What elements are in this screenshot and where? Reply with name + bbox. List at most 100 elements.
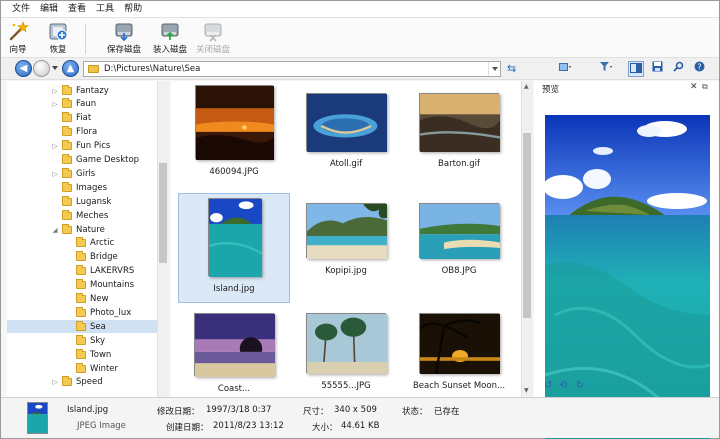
restore-button[interactable]: 恢复 [47,20,69,56]
tree-item[interactable]: Photo_lux [7,306,157,319]
tree-item[interactable]: Images [7,181,157,194]
thumbnail-item[interactable]: Beach Sunset Moon... [403,303,515,397]
expand-toggle-icon[interactable]: ▷ [51,100,59,108]
menu-edit[interactable]: 编辑 [35,1,63,18]
menu-file[interactable]: 文件 [7,1,35,18]
preview-image [545,115,710,439]
save-disk-button[interactable]: 保存磁盘 [107,20,141,56]
preview-pane-icon[interactable] [628,61,644,77]
thumbnail-image [306,203,387,259]
expand-toggle-icon[interactable]: ▷ [51,142,59,150]
folder-icon [62,376,72,387]
thumbnail-item[interactable]: OB8.JPG [403,193,515,303]
close-disk-button[interactable]: 关闭磁盘 [196,20,230,56]
tree-item[interactable]: Flora [7,126,157,139]
tree-item[interactable]: ▷ Fantazy [7,84,157,97]
tree-item-label: Speed [76,377,103,388]
flip-icon[interactable]: ⟲ [559,380,567,391]
forward-button[interactable] [33,60,50,77]
expand-toggle-icon[interactable]: ▷ [51,87,59,95]
address-row: ◀ ▲ D:\Pictures\Nature\Sea ⇆ ? [1,58,719,80]
thumbnail-item[interactable]: Island.jpg [178,193,290,303]
tree-scrollbar-thumb[interactable] [159,163,167,263]
thumbnail-caption: Atoll.gif [329,159,363,169]
tree-item[interactable]: Meches [7,209,157,222]
tree-item[interactable]: ▷ Girls [7,167,157,180]
grid-scrollbar-thumb[interactable] [523,133,531,318]
view-mode-icon[interactable] [557,61,573,77]
back-button[interactable]: ◀ [15,60,32,77]
modified-label: 修改日期： [157,407,200,417]
thumbnail-grid: 460094.JPG Atoll.gif Barton.gif Island.jpg K… [171,81,521,397]
tree-item-label: Flora [76,127,98,138]
tree-item[interactable]: ▷ Fun Pics [7,140,157,153]
expand-toggle-icon[interactable]: ▷ [51,170,59,178]
thumbnail-item[interactable]: 55555...JPG [290,303,402,397]
wizard-button[interactable]: 向导 [7,20,29,56]
menu-tools[interactable]: 工具 [91,1,119,18]
search-icon[interactable] [670,61,686,77]
help-icon[interactable]: ? [691,61,707,77]
tree-item[interactable]: LAKERVRS [7,265,157,278]
menu-view[interactable]: 查看 [63,1,91,18]
load-disk-button[interactable]: 装入磁盘 [153,20,187,56]
tree-item[interactable]: Sky [7,334,157,347]
tree-item-label: Winter [90,363,119,374]
tree-item[interactable]: ▷ Speed [7,376,157,389]
tree-item-label: Nature [76,224,105,235]
rotate-left-icon[interactable]: ↺ [544,380,552,391]
save-icon[interactable] [649,61,665,77]
tree-item-label: Fantazy [76,85,109,96]
tree-item-label: Lugansk [76,196,112,207]
tree-item-label: Images [76,182,108,193]
tree-item[interactable]: ◢ Nature [7,223,157,236]
tree-item[interactable]: New [7,293,157,306]
thumbnail-image [419,93,501,152]
tree-item[interactable]: Game Desktop [7,154,157,167]
up-arrow-icon: ▲ [66,63,75,74]
tree-item[interactable]: Sea [7,320,157,334]
expand-toggle-icon[interactable]: ▷ [51,378,59,386]
close-icon[interactable]: ✕ [690,82,698,92]
thumbnail-item[interactable]: 460094.JPG [178,83,290,193]
tree-item[interactable]: Arctic [7,237,157,250]
thumbnail-item[interactable]: Kopipi.jpg [290,193,402,303]
up-button[interactable]: ▲ [62,60,79,77]
tree-item[interactable]: ▷ Faun [7,98,157,111]
scroll-down-icon[interactable]: ▼ [524,387,529,394]
thumbnail-item[interactable]: Atoll.gif [290,83,402,193]
undock-icon[interactable]: ⧉ [702,82,708,92]
thumbnail-item[interactable]: Barton.gif [403,83,515,193]
go-refresh-icon[interactable]: ⇆ [507,62,516,75]
tree-item[interactable]: Mountains [7,279,157,292]
filter-icon[interactable] [598,61,614,77]
tree-item[interactable]: Bridge [7,251,157,264]
size-value: 44.61 KB [341,421,380,431]
address-field[interactable]: D:\Pictures\Nature\Sea [83,61,501,77]
thumbnail-caption: Kopipi.jpg [325,266,367,276]
tree-item[interactable]: Lugansk [7,195,157,208]
tree-item[interactable]: Town [7,348,157,361]
wizard-label: 向导 [9,45,27,55]
expand-toggle-icon[interactable]: ◢ [51,226,59,234]
folder-icon [62,195,72,206]
tree-item-label: Meches [76,210,109,221]
status-filetype: JPEG Image [77,421,126,431]
folder-icon [62,140,72,151]
history-dropdown-icon[interactable] [52,66,58,70]
size-label: 大小： [312,423,338,433]
tree-item-label: Town [90,349,112,360]
thumbnail-caption: 460094.JPG [209,167,259,177]
tree-item[interactable]: Fiat [7,112,157,125]
scroll-up-icon[interactable]: ▲ [524,83,529,90]
menu-help[interactable]: 帮助 [119,1,147,18]
tree-item[interactable]: Winter [7,362,157,375]
thumbnail-item[interactable]: Coast... [178,303,290,397]
dimensions-label: 尺寸： [303,407,329,417]
tree-item-label: Sky [90,335,106,346]
address-dropdown-icon[interactable] [488,62,500,76]
tree-item-label: Arctic [90,238,115,249]
app-window: 文件 编辑 查看 工具 帮助 向导 恢复 保存磁盘 装入磁盘 关闭磁盘 ◀ ▲ … [0,0,720,439]
folder-icon [62,84,72,95]
rotate-right-icon[interactable]: ↻ [576,380,584,391]
